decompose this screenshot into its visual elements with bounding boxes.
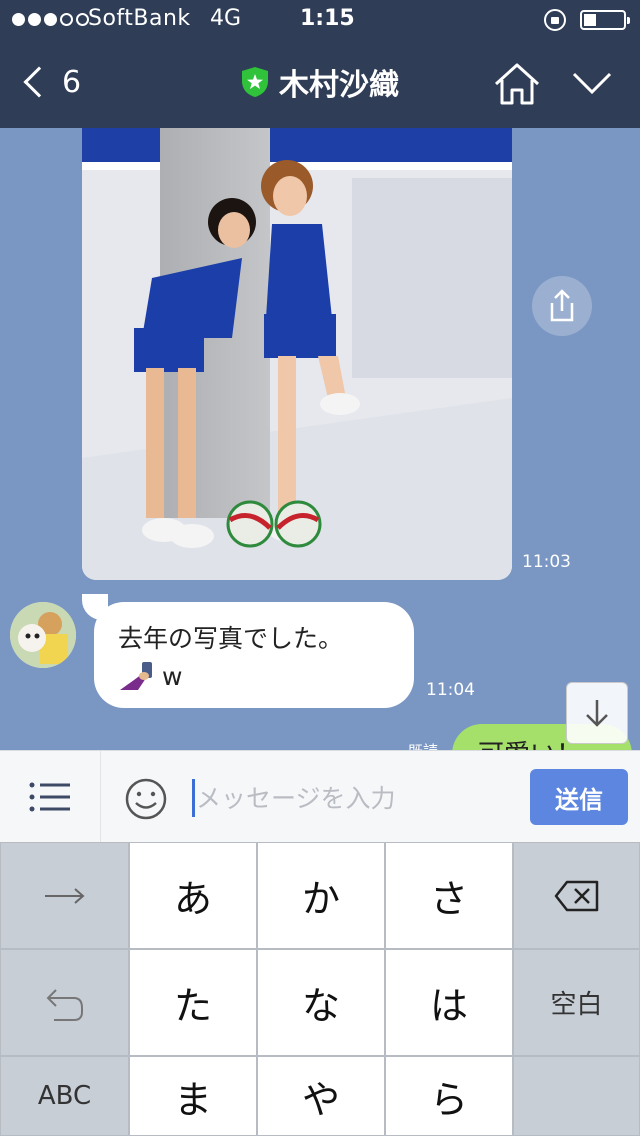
rotation-lock-icon	[544, 9, 566, 31]
key-sa[interactable]: さ	[385, 842, 513, 949]
phone-hand-emoji-icon	[120, 662, 152, 690]
arrow-down-icon	[586, 700, 608, 727]
divider	[100, 751, 101, 843]
key-space[interactable]: 空白	[513, 949, 640, 1056]
keyboard: あ か さ た な は 空白 ABC ま や ら	[0, 842, 640, 1136]
status-bar: SoftBank 4G 1:15	[0, 0, 640, 40]
right-arrow-icon	[44, 887, 85, 904]
list-menu-icon[interactable]	[28, 777, 72, 817]
key-abc[interactable]: ABC	[0, 1056, 129, 1136]
text-cursor	[192, 779, 195, 817]
key-ka[interactable]: か	[257, 842, 385, 949]
message-input-bar: 送信	[0, 750, 640, 843]
key-ra[interactable]: ら	[385, 1056, 513, 1136]
smiley-icon[interactable]	[124, 777, 168, 821]
message-line-2: w	[162, 662, 183, 691]
battery-icon	[580, 10, 630, 30]
key-ta[interactable]: た	[129, 949, 257, 1056]
shared-photo[interactable]	[82, 128, 512, 580]
chat-title[interactable]: 木村沙織	[0, 60, 640, 104]
chat-area[interactable]: 11:03 去年の写真でした。 w 11:04 既読 可愛い！	[0, 128, 640, 750]
key-na[interactable]: な	[257, 949, 385, 1056]
undo-icon	[46, 988, 83, 1021]
key-ha[interactable]: は	[385, 949, 513, 1056]
key-enter[interactable]	[513, 1056, 640, 1136]
message-timestamp: 11:04	[426, 680, 475, 700]
header-bar: SoftBank 4G 1:15 6 木村沙織	[0, 0, 640, 128]
network-type: 4G	[210, 6, 242, 31]
carrier-name: SoftBank	[88, 6, 191, 31]
key-ma[interactable]: ま	[129, 1056, 257, 1136]
chat-title-text: 木村沙織	[279, 68, 399, 103]
scroll-to-bottom-button[interactable]	[566, 682, 628, 744]
incoming-message[interactable]: 去年の写真でした。 w	[94, 602, 414, 708]
message-line-1: 去年の写真でした。	[118, 624, 344, 653]
message-input[interactable]	[196, 777, 516, 819]
key-next-arrow[interactable]	[0, 842, 129, 949]
photo-timestamp: 11:03	[522, 552, 571, 572]
shield-star-icon	[242, 67, 268, 97]
chevron-down-icon[interactable]	[570, 62, 614, 102]
home-icon[interactable]	[492, 62, 542, 106]
key-ya[interactable]: や	[257, 1056, 385, 1136]
status-time: 1:15	[300, 6, 355, 31]
delete-key[interactable]	[513, 842, 640, 949]
signal-strength-icon	[12, 13, 89, 26]
send-button[interactable]: 送信	[530, 769, 628, 825]
share-button[interactable]	[532, 276, 592, 336]
share-icon	[550, 289, 574, 322]
key-undo[interactable]	[0, 949, 129, 1056]
avatar[interactable]	[10, 602, 76, 668]
key-a[interactable]: あ	[129, 842, 257, 949]
read-receipt: 既読	[408, 740, 438, 750]
delete-icon	[554, 880, 598, 911]
